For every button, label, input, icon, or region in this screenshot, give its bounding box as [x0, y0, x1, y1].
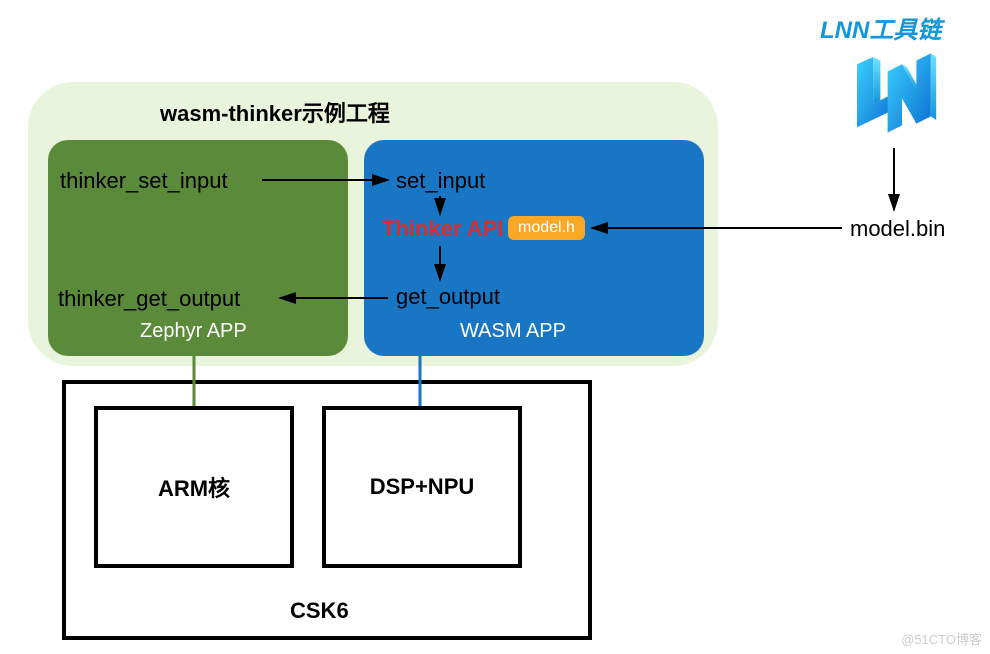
zephyr-set-input-label: thinker_set_input	[60, 168, 228, 194]
model-bin-label: model.bin	[850, 216, 945, 242]
project-title: wasm-thinker示例工程	[160, 96, 390, 128]
lnn-toolchain-title: LNN工具链	[820, 10, 941, 45]
wasm-set-input-label: set_input	[396, 168, 485, 194]
dsp-npu-box: DSP+NPU	[322, 406, 522, 568]
zephyr-app-label: Zephyr APP	[140, 320, 247, 343]
arm-core-box: ARM核	[94, 406, 294, 568]
watermark-text: @51CTO博客	[901, 629, 982, 648]
csk6-label: CSK6	[290, 598, 349, 624]
model-h-badge: model.h	[508, 216, 585, 240]
dsp-npu-label: DSP+NPU	[370, 474, 475, 500]
arm-core-label: ARM核	[158, 471, 230, 503]
wasm-get-output-label: get_output	[396, 284, 500, 310]
thinker-api-label: Thinker API	[382, 216, 503, 242]
lnn-logo-icon	[848, 48, 938, 138]
wasm-app-label: WASM APP	[460, 320, 566, 343]
zephyr-get-output-label: thinker_get_output	[58, 286, 240, 312]
